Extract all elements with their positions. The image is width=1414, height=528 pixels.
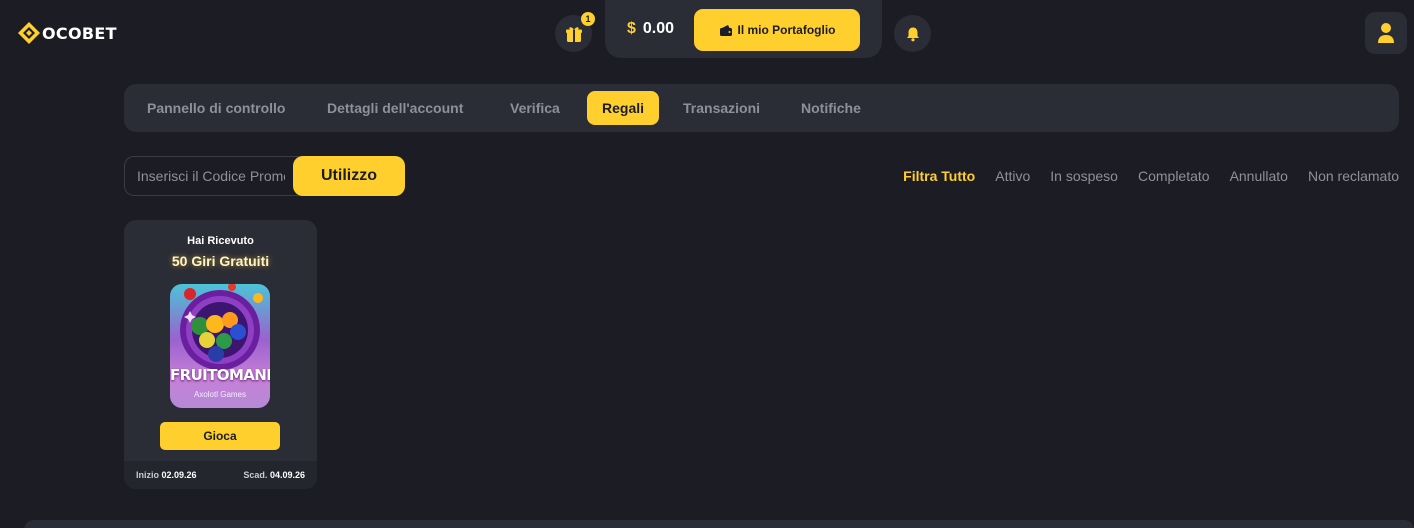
wallet-icon — [719, 24, 732, 36]
gift-filters: Filtra Tutto Attivo In sospeso Completat… — [903, 168, 1399, 184]
balance-display: $ 0.00 — [627, 20, 674, 38]
redeem-button[interactable]: Utilizzo — [293, 156, 405, 196]
promo-code-input[interactable] — [137, 166, 285, 186]
gift-prize: 50 Giri Gratuiti — [171, 253, 270, 269]
game-title: FRUITOMANIA — [170, 366, 270, 384]
gift-expiry: Scad. 04.09.26 — [243, 470, 305, 480]
tab-notifications[interactable]: Notifiche — [801, 91, 861, 125]
tab-account-details[interactable]: Dettagli dell'account — [327, 91, 463, 125]
logo-text: OCOBET — [42, 23, 117, 43]
game-thumbnail[interactable]: FRUITOMANIA Axolotl Games — [170, 284, 270, 408]
gift-expiry-date: 04.09.26 — [269, 470, 305, 480]
gift-start-date: 02.09.26 — [161, 470, 197, 480]
top-bar: OCOBET 1 $ 0.00 Il mio Portafoglio — [0, 0, 1414, 68]
tab-transactions[interactable]: Transazioni — [683, 91, 760, 125]
gift-received-label: Hai Ricevuto — [187, 235, 254, 247]
account-tabs: Pannello di controllo Dettagli dell'acco… — [124, 84, 1399, 132]
wallet-panel: $ 0.00 Il mio Portafoglio — [605, 0, 882, 58]
brand-logo[interactable]: OCOBET — [17, 19, 117, 47]
bell-icon — [906, 27, 919, 41]
gift-count-badge: 1 — [581, 12, 595, 26]
filter-all[interactable]: Filtra Tutto — [903, 168, 975, 184]
tab-dashboard[interactable]: Pannello di controllo — [147, 91, 285, 125]
gift-expiry-label: Scad. — [243, 470, 268, 480]
gift-start-label: Inizio — [136, 470, 159, 480]
play-button[interactable]: Gioca — [160, 422, 280, 450]
filter-completed[interactable]: Completato — [1138, 168, 1210, 184]
logo-mark-icon — [18, 22, 40, 44]
balance-currency: $ — [627, 20, 636, 37]
gift-validity: Inizio 02.09.26 Scad. 04.09.26 — [124, 461, 317, 489]
tab-gifts[interactable]: Regali — [587, 91, 660, 125]
gift-icon — [565, 26, 582, 42]
filter-cancelled[interactable]: Annullato — [1230, 168, 1288, 184]
user-icon — [1378, 23, 1394, 43]
gift-card: Hai Ricevuto 50 Giri Gratuiti FRUITOMANI… — [124, 220, 317, 489]
game-provider: Axolotl Games — [193, 390, 247, 399]
filter-active[interactable]: Attivo — [995, 168, 1030, 184]
user-profile-button[interactable] — [1365, 12, 1407, 54]
my-wallet-label: Il mio Portafoglio — [737, 23, 836, 37]
gift-start: Inizio 02.09.26 — [136, 470, 197, 480]
my-wallet-button[interactable]: Il mio Portafoglio — [694, 9, 860, 51]
gift-button[interactable]: 1 — [555, 12, 595, 52]
notifications-button[interactable] — [894, 15, 931, 52]
filter-unclaimed[interactable]: Non reclamato — [1308, 168, 1399, 184]
balance-amount: 0.00 — [642, 20, 675, 37]
filter-pending[interactable]: In sospeso — [1050, 168, 1118, 184]
promo-code-form: Utilizzo — [124, 156, 405, 196]
footer-panel — [24, 520, 1414, 528]
tab-verification[interactable]: Verifica — [510, 91, 560, 125]
